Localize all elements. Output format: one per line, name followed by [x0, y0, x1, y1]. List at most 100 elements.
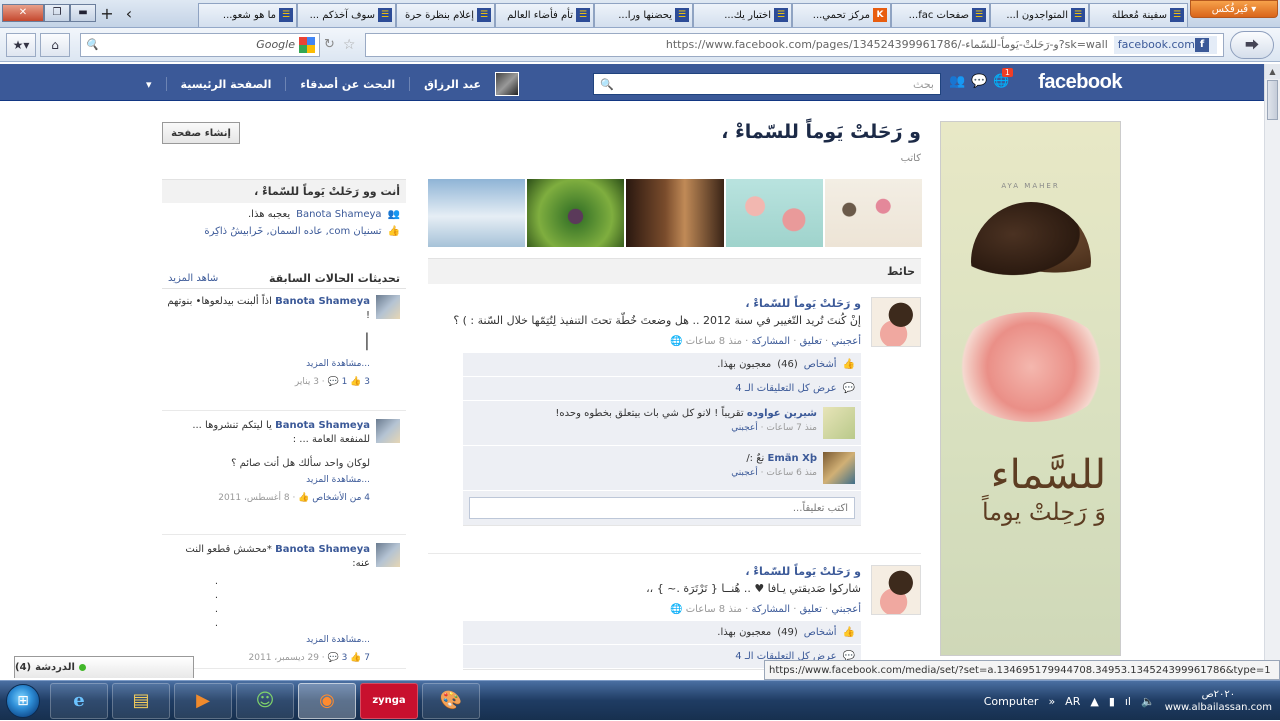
likes-people-link[interactable]: أشخاص: [804, 627, 837, 638]
commenter-avatar[interactable]: [823, 407, 855, 439]
post-author[interactable]: و رَحَلتْ يَوماً للسّماءْ ،: [451, 565, 861, 578]
photo-thumbnail[interactable]: [428, 179, 526, 247]
zynga-icon[interactable]: zynga: [360, 682, 418, 719]
comment-link[interactable]: تعليق: [800, 604, 822, 615]
site-identity[interactable]: f facebook.com: [1113, 35, 1217, 54]
post-time[interactable]: منذ 8 ساعات: [686, 604, 742, 615]
page-category[interactable]: كاتب: [901, 153, 921, 164]
share-link[interactable]: المشاركة: [752, 604, 791, 615]
status-avatar[interactable]: [376, 295, 400, 319]
comment-like-link[interactable]: أعجبني: [731, 468, 758, 478]
tab[interactable]: ☰ اختبار يك...: [693, 2, 792, 27]
wall-header[interactable]: حائط: [428, 258, 921, 284]
likes-count[interactable]: 3: [364, 377, 370, 387]
commenter-avatar[interactable]: [823, 452, 855, 484]
search-box[interactable]: 🔍 Google: [80, 32, 320, 57]
commenter-name[interactable]: Emän Xþ: [768, 453, 817, 464]
status-author[interactable]: Banota Shameya: [275, 296, 370, 307]
create-page-button[interactable]: إنشاء صفحة: [162, 122, 240, 144]
comments-count[interactable]: 3: [342, 653, 348, 663]
friend-requests-icon[interactable]: 👥: [949, 74, 965, 90]
commenter-name[interactable]: شيرين عواوده: [747, 408, 817, 419]
home-icon[interactable]: ⌂: [40, 32, 70, 57]
tab[interactable]: ☰ تأم فأضاء العالم: [495, 2, 594, 27]
file-explorer-icon[interactable]: ▤: [112, 682, 170, 719]
google-icon[interactable]: [299, 36, 315, 53]
tray-arrow-icon[interactable]: ▲: [1090, 695, 1098, 708]
tab[interactable]: ☰ المتواجدون ا...: [990, 2, 1089, 27]
photo-thumbnail[interactable]: [527, 179, 625, 247]
search-icon[interactable]: 🔍: [600, 78, 614, 91]
status-author[interactable]: Banota Shameya: [275, 544, 370, 555]
network-icon[interactable]: ▮: [1109, 695, 1115, 708]
status-avatar[interactable]: [376, 419, 400, 443]
tab[interactable]: ☰ سوف آخذكم ...: [297, 2, 396, 27]
comments-count[interactable]: 1: [342, 377, 348, 387]
close-window-button[interactable]: ✕: [2, 3, 44, 22]
url-bar[interactable]: f facebook.com https://www.facebook.com/p…: [365, 32, 1224, 57]
url-text[interactable]: https://www.facebook.com/pages/و-رَحَلتْ…: [666, 38, 1108, 51]
user-avatar[interactable]: [494, 72, 519, 96]
comment-like-link[interactable]: أعجبني: [731, 423, 758, 433]
bookmarks-button[interactable]: ★▾: [6, 32, 36, 57]
photo-thumbnail[interactable]: [725, 179, 823, 247]
account-dropdown-icon[interactable]: ▾: [146, 78, 152, 91]
write-comment-input[interactable]: اكتب تعليقاً...: [469, 497, 855, 519]
fb-search-input[interactable]: بحث: [614, 78, 934, 91]
tab[interactable]: ☰ إعلام بنظرة حرة: [396, 2, 495, 27]
view-all-comments-link[interactable]: عرض كل التعليقات الـ 4: [735, 383, 836, 394]
bookmark-star-icon[interactable]: ☆: [343, 37, 356, 53]
tab[interactable]: ☰ سفينة مُعطلة: [1089, 2, 1188, 27]
fb-search-box[interactable]: 🔍 بحث: [593, 73, 941, 95]
scroll-up-icon[interactable]: ▲: [1265, 64, 1280, 79]
comment-time[interactable]: منذ 7 ساعات: [766, 423, 817, 433]
status-date[interactable]: 3 يناير: [295, 377, 319, 387]
tab[interactable]: K مركز تحمي...: [792, 2, 891, 27]
share-link[interactable]: المشاركة: [752, 336, 791, 347]
page-profile-picture[interactable]: AYA MAHER للسَّماء وَ رَحِلتْ يوماً: [940, 121, 1121, 656]
see-more-link[interactable]: ...مشاهدة المزيد: [166, 633, 370, 647]
signal-icon[interactable]: ıl: [1125, 695, 1131, 708]
restore-window-button[interactable]: ❐: [44, 3, 70, 22]
tab[interactable]: ☰ يحضنها ورا...: [594, 2, 693, 27]
status-date[interactable]: 8 أغسطس، 2011: [218, 493, 289, 503]
clock[interactable]: ٢٠٢٠ص www.albailassan.com: [1165, 688, 1272, 714]
see-more-link[interactable]: ...مشاهدة المزيد: [166, 357, 370, 371]
tab[interactable]: ☰ صفحات fac...: [891, 2, 990, 27]
like-link[interactable]: أعجبني: [831, 604, 861, 615]
tab[interactable]: ☰ ما هو شعو...: [198, 2, 297, 27]
page-scrollbar[interactable]: ▲: [1264, 64, 1280, 680]
scrollbar-thumb[interactable]: [1267, 80, 1278, 120]
user-name-link[interactable]: عبد الرزاق: [424, 78, 481, 91]
reload-icon[interactable]: ↻: [324, 37, 335, 52]
new-tab-button[interactable]: +: [96, 3, 118, 25]
back-button[interactable]: ⮕: [1230, 30, 1274, 59]
messages-icon[interactable]: 💬: [971, 74, 987, 90]
likes-people-link[interactable]: 4 من الأشخاص: [312, 493, 370, 503]
home-link[interactable]: الصفحة الرئيسية: [181, 78, 272, 91]
computer-label[interactable]: Computer: [984, 695, 1039, 708]
liked-pages[interactable]: تسنيان com, عاده السمان, خَرابيشُ ذاكِرة: [204, 226, 381, 237]
volume-icon[interactable]: 🔈: [1141, 695, 1155, 708]
minimize-window-button[interactable]: ▬: [70, 3, 96, 22]
tab-scroll-icon[interactable]: ‹: [118, 3, 140, 25]
comment-link[interactable]: تعليق: [800, 336, 822, 347]
media-player-icon[interactable]: ▶: [174, 682, 232, 719]
internet-explorer-icon[interactable]: e: [50, 682, 108, 719]
search-input[interactable]: Google: [99, 38, 299, 51]
firefox-icon[interactable]: ◉: [298, 682, 356, 719]
photo-thumbnail[interactable]: [824, 179, 923, 247]
find-friends-link[interactable]: البحث عن أصدقاء: [300, 78, 395, 91]
like-link[interactable]: أعجبني: [831, 336, 861, 347]
see-more-link[interactable]: ...مشاهدة المزيد: [166, 473, 370, 487]
firefox-menu-button[interactable]: فَيرفُكس ▾: [1190, 0, 1278, 18]
post-author-avatar[interactable]: [871, 565, 921, 615]
language-indicator[interactable]: AR: [1065, 695, 1080, 708]
liker-name[interactable]: Banota Shameya: [296, 209, 381, 220]
photo-thumbnail[interactable]: [626, 179, 724, 247]
post-time[interactable]: منذ 8 ساعات: [686, 336, 742, 347]
status-avatar[interactable]: [376, 543, 400, 567]
start-button[interactable]: ⊞: [0, 681, 46, 721]
notifications-icon[interactable]: 🌐 1: [993, 68, 1013, 90]
status-author[interactable]: Banota Shameya: [275, 420, 370, 431]
